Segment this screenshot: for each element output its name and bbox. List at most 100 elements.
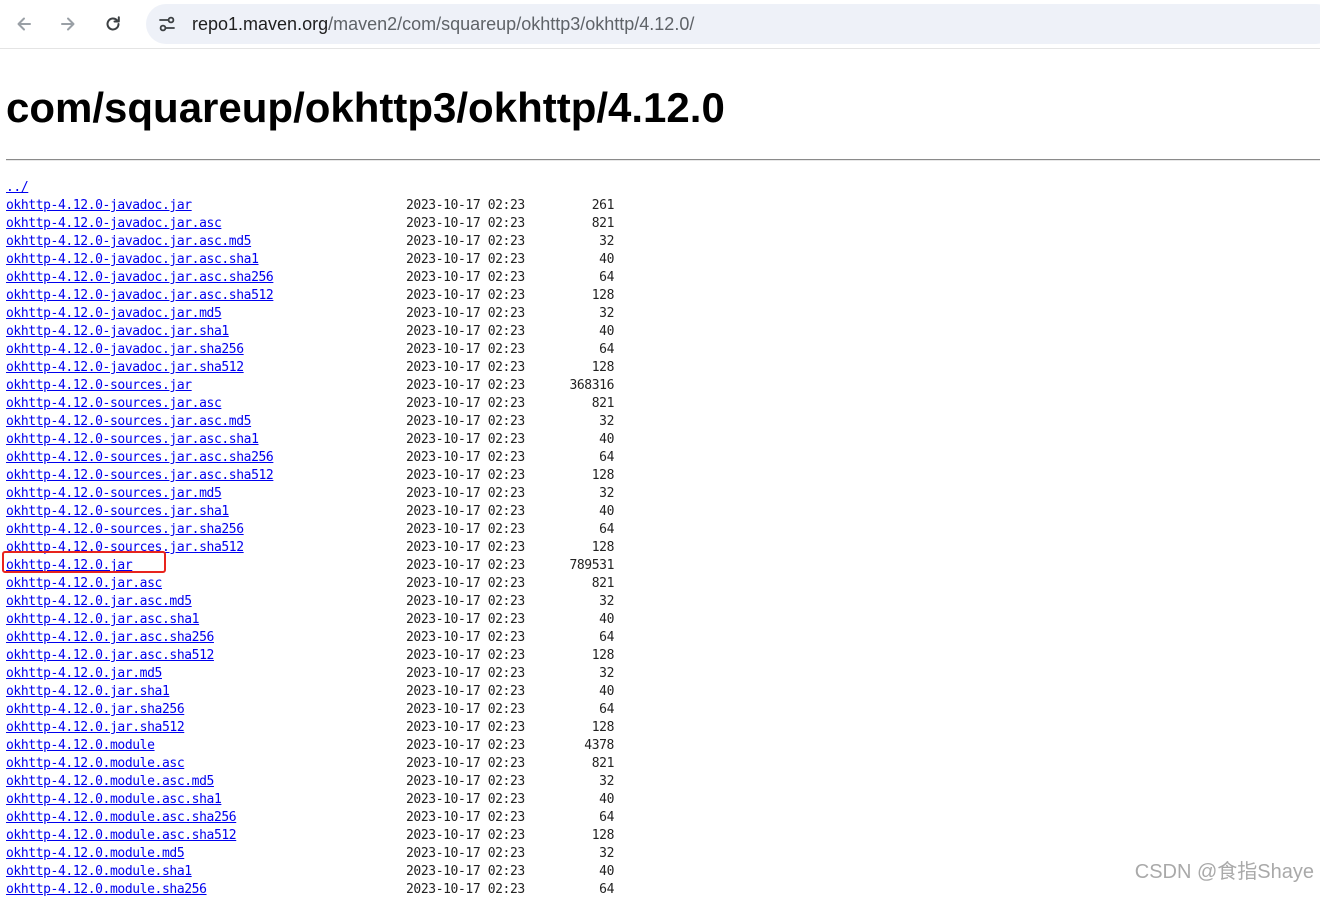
file-size: 32 [599,306,614,321]
file-size: 128 [591,720,615,735]
file-date: 2023-10-17 02:23 [406,846,525,861]
file-date: 2023-10-17 02:23 [406,504,525,519]
file-link[interactable]: okhttp-4.12.0-javadoc.jar [6,197,192,215]
file-link[interactable]: okhttp-4.12.0-sources.jar.asc.sha512 [6,467,274,485]
file-size: 128 [591,540,615,555]
file-size: 128 [591,468,615,483]
file-link[interactable]: okhttp-4.12.0.module.sha1 [6,863,192,881]
file-link[interactable]: okhttp-4.12.0-sources.jar.sha256 [6,521,244,539]
url-path: /maven2/com/squareup/okhttp3/okhttp/4.12… [328,14,695,34]
file-size: 32 [599,846,614,861]
file-link[interactable]: okhttp-4.12.0.module.asc.sha256 [6,809,237,827]
file-link[interactable]: okhttp-4.12.0.jar.asc.sha512 [6,647,214,665]
file-link[interactable]: okhttp-4.12.0.module.asc.md5 [6,773,214,791]
file-size: 789531 [569,558,614,573]
file-link[interactable]: okhttp-4.12.0-javadoc.jar.asc.md5 [6,233,251,251]
reload-icon [106,16,120,31]
file-link[interactable]: okhttp-4.12.0-javadoc.jar.sha256 [6,341,244,359]
file-date: 2023-10-17 02:23 [406,342,525,357]
file-link[interactable]: okhttp-4.12.0-javadoc.jar.md5 [6,305,222,323]
file-link[interactable]: okhttp-4.12.0-sources.jar.sha1 [6,503,229,521]
site-info-button[interactable] [156,13,178,35]
file-date: 2023-10-17 02:23 [406,216,525,231]
address-bar[interactable]: repo1.maven.org/maven2/com/squareup/okht… [146,4,1320,44]
file-link[interactable]: okhttp-4.12.0-javadoc.jar.asc.sha512 [6,287,274,305]
file-link[interactable]: okhttp-4.12.0-sources.jar.asc.sha1 [6,431,259,449]
file-link[interactable]: okhttp-4.12.0-javadoc.jar.asc.sha256 [6,269,274,287]
file-link[interactable]: okhttp-4.12.0.module.sha256 [6,881,207,899]
file-date: 2023-10-17 02:23 [406,648,525,663]
file-link[interactable]: okhttp-4.12.0.jar.sha256 [6,701,185,719]
file-size: 32 [599,666,614,681]
file-size: 40 [599,432,614,447]
file-link[interactable]: okhttp-4.12.0.jar.asc [6,575,162,593]
file-date: 2023-10-17 02:23 [406,306,525,321]
file-date: 2023-10-17 02:23 [406,324,525,339]
file-size: 32 [599,414,614,429]
file-link[interactable]: okhttp-4.12.0.module [6,737,155,755]
file-size: 32 [599,774,614,789]
file-size: 821 [591,216,615,231]
file-date: 2023-10-17 02:23 [406,828,525,843]
file-link[interactable]: okhttp-4.12.0-javadoc.jar.asc.sha1 [6,251,259,269]
file-link[interactable]: okhttp-4.12.0.jar.asc.sha1 [6,611,199,629]
file-date: 2023-10-17 02:23 [406,288,525,303]
file-size: 821 [591,756,615,771]
file-link[interactable]: okhttp-4.12.0-sources.jar [6,377,192,395]
file-link[interactable]: okhttp-4.12.0-sources.jar.asc.md5 [6,413,251,431]
file-size: 40 [599,252,614,267]
file-size: 128 [591,828,615,843]
file-link[interactable]: okhttp-4.12.0.module.md5 [6,845,185,863]
forward-arrow-icon [61,17,75,31]
file-size: 32 [599,234,614,249]
file-size: 40 [599,612,614,627]
file-link[interactable]: okhttp-4.12.0.jar.asc.sha256 [6,629,214,647]
file-size: 128 [591,360,615,375]
forward-button[interactable] [52,8,84,40]
back-arrow-icon [17,17,31,31]
file-date: 2023-10-17 02:23 [406,414,525,429]
file-date: 2023-10-17 02:23 [406,882,525,897]
file-link[interactable]: okhttp-4.12.0-sources.jar.md5 [6,485,222,503]
file-link[interactable]: okhttp-4.12.0-sources.jar.asc [6,395,222,413]
file-link[interactable]: okhttp-4.12.0.module.asc.sha512 [6,827,237,845]
file-link[interactable]: okhttp-4.12.0-javadoc.jar.sha512 [6,359,244,377]
file-date: 2023-10-17 02:23 [406,594,525,609]
file-size: 40 [599,504,614,519]
browser-toolbar: repo1.maven.org/maven2/com/squareup/okht… [0,0,1320,49]
file-link[interactable]: okhttp-4.12.0-javadoc.jar.sha1 [6,323,229,341]
file-size: 128 [591,288,615,303]
url-text[interactable]: repo1.maven.org/maven2/com/squareup/okht… [192,13,694,35]
highlight-box [2,551,166,573]
parent-directory-link[interactable]: ../ [6,179,29,197]
file-date: 2023-10-17 02:23 [406,234,525,249]
file-link[interactable]: okhttp-4.12.0.jar.sha1 [6,683,170,701]
url-host: repo1.maven.org [192,14,329,34]
file-date: 2023-10-17 02:23 [406,756,525,771]
file-date: 2023-10-17 02:23 [406,792,525,807]
file-size: 261 [591,198,615,213]
file-date: 2023-10-17 02:23 [406,810,525,825]
file-date: 2023-10-17 02:23 [406,540,525,555]
file-link[interactable]: okhttp-4.12.0-sources.jar.asc.sha256 [6,449,274,467]
file-size: 368316 [569,378,614,393]
watermark: CSDN @食指Shaye [1134,861,1314,883]
page-title: com/squareup/okhttp3/okhttp/4.12.0 [6,84,725,131]
file-link[interactable]: okhttp-4.12.0.module.asc [6,755,185,773]
file-size: 64 [599,810,614,825]
file-size: 64 [599,702,614,717]
file-date: 2023-10-17 02:23 [406,576,525,591]
file-date: 2023-10-17 02:23 [406,630,525,645]
file-size: 40 [599,324,614,339]
back-button[interactable] [8,8,40,40]
file-date: 2023-10-17 02:23 [406,720,525,735]
file-link[interactable]: okhttp-4.12.0.jar.sha512 [6,719,185,737]
file-date: 2023-10-17 02:23 [406,378,525,393]
file-link[interactable]: okhttp-4.12.0.jar.asc.md5 [6,593,192,611]
file-link[interactable]: okhttp-4.12.0.module.asc.sha1 [6,791,222,809]
reload-button[interactable] [97,8,129,40]
file-link[interactable]: okhttp-4.12.0-javadoc.jar.asc [6,215,222,233]
file-link[interactable]: okhttp-4.12.0.jar.md5 [6,665,162,683]
divider [6,159,1320,161]
file-date: 2023-10-17 02:23 [406,270,525,285]
